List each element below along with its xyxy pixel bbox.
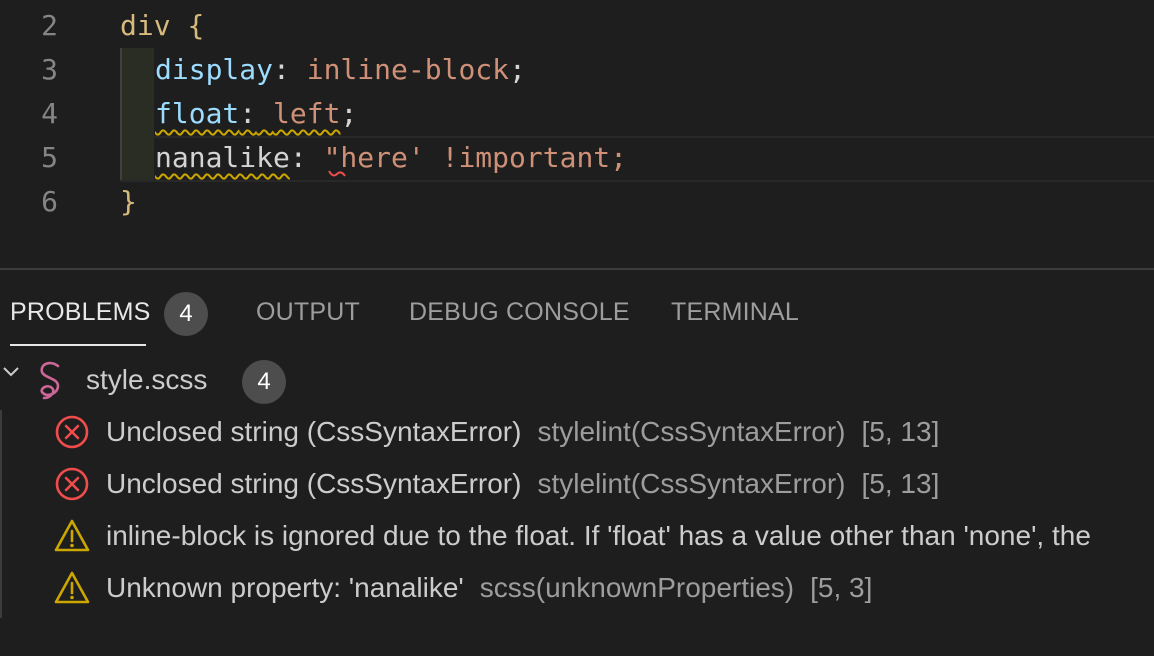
problem-position: [5, 3]	[810, 572, 873, 603]
problem-item[interactable]: Unknown property: 'nanalike' scss(unknown…	[0, 564, 1154, 614]
file-name: style.scss	[86, 364, 208, 395]
css-selector: div	[120, 9, 171, 42]
problem-message: Unclosed string (CssSyntaxError)	[106, 416, 522, 447]
css-string-value: "here' !important;	[323, 141, 628, 174]
problem-item[interactable]: inline-block is ignored due to the float…	[0, 512, 1154, 562]
bottom-panel: PROBLEMS 4 OUTPUT DEBUG CONSOLE TERMINAL…	[0, 268, 1154, 656]
code-editor[interactable]: 2 div { 3 display: inline-block; 4 float…	[0, 0, 1154, 268]
file-problem-count-badge: 4	[242, 360, 286, 404]
problem-message: inline-block is ignored due to the float…	[106, 520, 1091, 551]
code-line[interactable]: 6 }	[0, 180, 1154, 224]
problem-message: Unclosed string (CssSyntaxError)	[106, 468, 522, 499]
code-line[interactable]: 4 float: left;	[0, 92, 1154, 136]
problem-source: stylelint(CssSyntaxError)	[537, 468, 846, 499]
line-number: 4	[41, 97, 58, 130]
colon: :	[289, 141, 307, 174]
problem-source: stylelint(CssSyntaxError)	[537, 416, 846, 447]
indent-guide	[120, 136, 154, 180]
warning-squiggle[interactable]: float: left	[155, 97, 340, 130]
line-number: 3	[41, 53, 58, 86]
code-line[interactable]: 2 div {	[0, 4, 1154, 48]
indent-guide	[120, 48, 154, 92]
code-line-current[interactable]: 5 nanalike: "here' !important;	[0, 136, 1154, 182]
problems-file-group[interactable]: style.scss 4	[0, 358, 1154, 406]
sass-icon	[40, 361, 60, 400]
indent-guide	[120, 92, 154, 136]
css-value: left	[273, 97, 341, 130]
problem-item[interactable]: Unclosed string (CssSyntaxError) stylelin…	[0, 408, 1154, 458]
tab-terminal[interactable]: TERMINAL	[671, 298, 799, 327]
problem-position: [5, 13]	[861, 416, 940, 447]
tab-output[interactable]: OUTPUT	[256, 298, 360, 327]
line-number: 6	[41, 185, 58, 218]
error-icon	[55, 467, 89, 501]
tab-debug-console[interactable]: DEBUG CONSOLE	[409, 298, 630, 327]
colon: :	[273, 53, 290, 86]
problem-item[interactable]: Unclosed string (CssSyntaxError) stylelin…	[0, 460, 1154, 510]
error-icon	[55, 415, 89, 449]
chevron-down-icon[interactable]	[2, 362, 20, 380]
problem-source: scss(unknownProperties)	[479, 572, 795, 603]
css-value: inline-block	[306, 53, 510, 86]
warning-icon	[54, 571, 90, 604]
semicolon: ;	[509, 53, 526, 86]
css-property[interactable]: nanalike	[155, 141, 290, 174]
css-property: display	[155, 53, 274, 86]
error-squiggle	[328, 170, 346, 177]
problem-message: Unknown property: 'nanalike'	[106, 572, 464, 603]
semicolon: ;	[340, 97, 358, 130]
open-brace: {	[187, 9, 205, 42]
panel-tabs: PROBLEMS 4 OUTPUT DEBUG CONSOLE TERMINAL	[0, 270, 1154, 346]
problem-position: [5, 13]	[861, 468, 940, 499]
line-number: 5	[41, 141, 58, 174]
active-tab-indicator	[10, 344, 146, 346]
colon: :	[239, 97, 257, 130]
css-property: float	[155, 97, 240, 130]
warning-icon	[54, 519, 90, 552]
tab-problems[interactable]: PROBLEMS	[10, 298, 151, 327]
problems-count-badge: 4	[164, 292, 208, 336]
line-number: 2	[41, 9, 58, 42]
close-brace: }	[120, 185, 137, 218]
code-line[interactable]: 3 display: inline-block;	[0, 48, 1154, 92]
